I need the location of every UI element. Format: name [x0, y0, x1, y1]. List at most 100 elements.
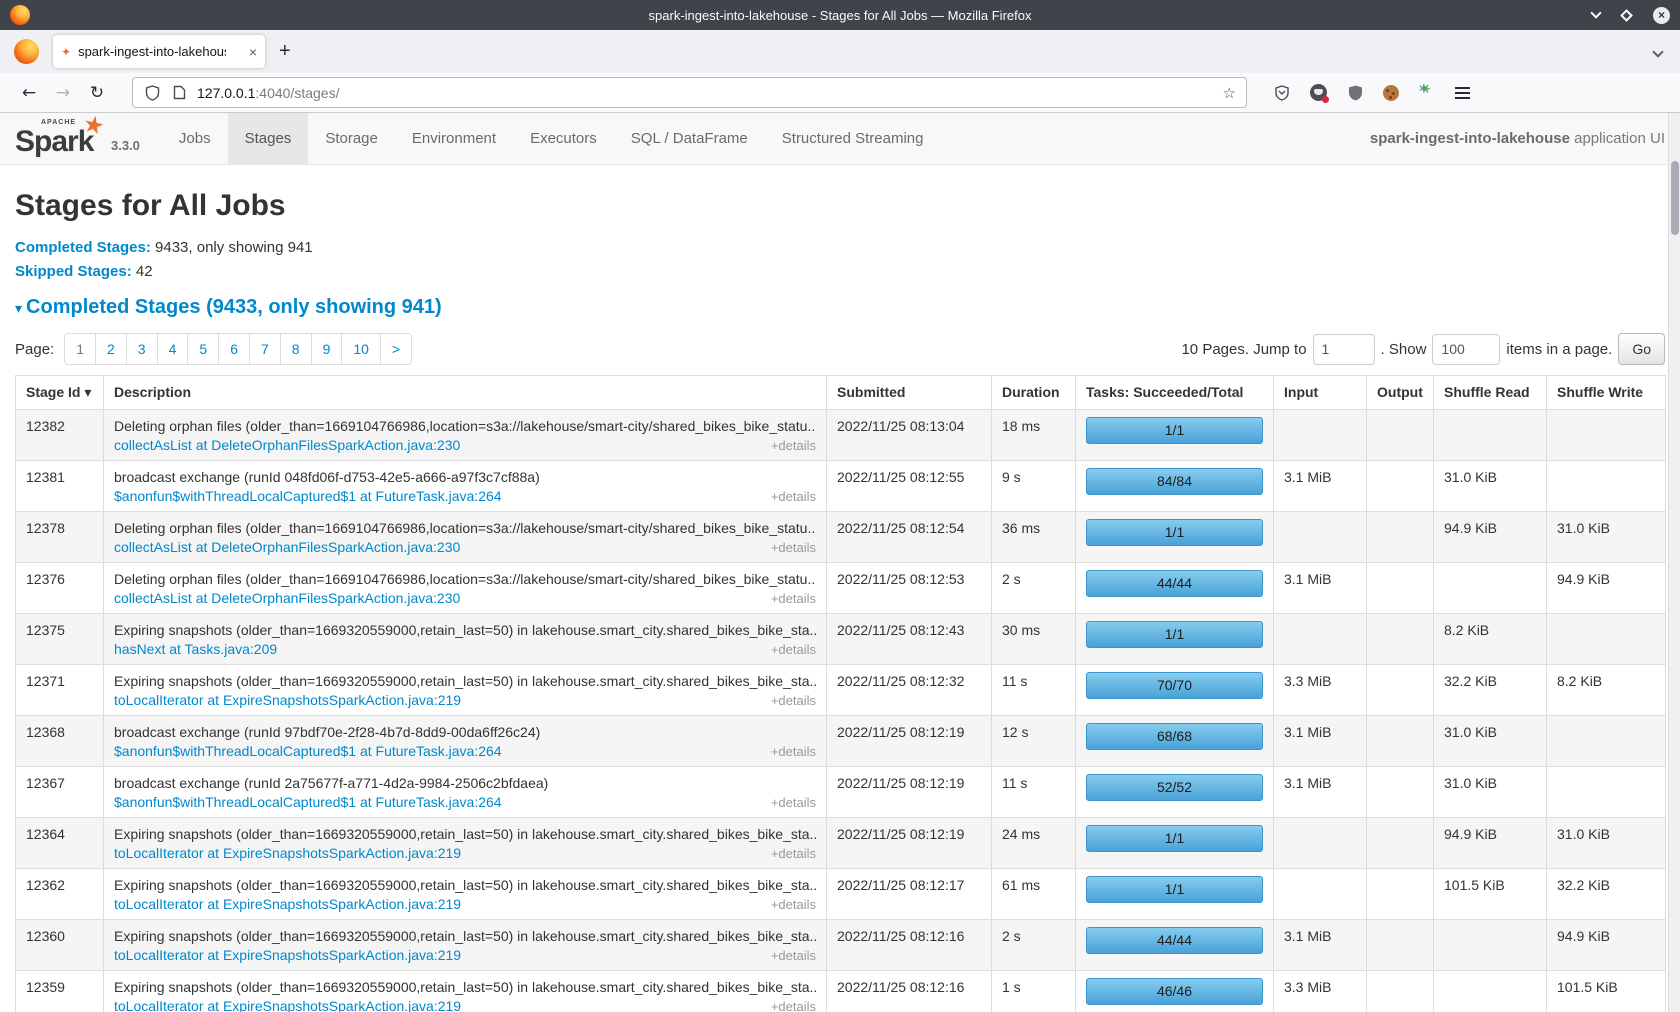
input-cell: 3.1 MiB [1274, 563, 1367, 614]
stage-description: broadcast exchange (runId 97bdf70e-2f28-… [114, 723, 816, 742]
col-stage-id[interactable]: Stage Id ▾ [16, 376, 104, 410]
nav-item-structured-streaming[interactable]: Structured Streaming [765, 113, 941, 164]
url-text[interactable]: 127.0.0.1:4040/stages/ [197, 85, 1214, 101]
stage-id-cell: 12371 [16, 665, 104, 716]
page-info-icon[interactable] [170, 84, 188, 102]
page-button-9[interactable]: 9 [311, 333, 343, 365]
details-toggle[interactable]: +details [771, 946, 816, 965]
col-description[interactable]: Description [104, 376, 827, 410]
completed-stages-line: Completed Stages: 9433, only showing 941 [15, 239, 1665, 256]
stage-detail-link[interactable]: collectAsList at DeleteOrphanFilesSparkA… [114, 589, 460, 608]
page-button-10[interactable]: 10 [341, 333, 381, 365]
details-toggle[interactable]: +details [771, 742, 816, 761]
stage-detail-link[interactable]: collectAsList at DeleteOrphanFilesSparkA… [114, 538, 460, 557]
page-button-next[interactable]: > [380, 333, 412, 365]
new-tab-button[interactable]: + [279, 40, 291, 63]
reload-button[interactable]: ↻ [80, 83, 114, 103]
maximize-icon[interactable] [1620, 9, 1633, 22]
col-output[interactable]: Output [1367, 376, 1434, 410]
nav-item-storage[interactable]: Storage [308, 113, 395, 164]
stage-detail-link[interactable]: $anonfun$withThreadLocalCaptured$1 at Fu… [114, 793, 502, 812]
stage-detail-link[interactable]: hasNext at Tasks.java:209 [114, 640, 277, 659]
details-toggle[interactable]: +details [771, 640, 816, 659]
menu-icon[interactable] [1455, 87, 1470, 99]
stage-id-cell: 12367 [16, 767, 104, 818]
page-button-3[interactable]: 3 [126, 333, 158, 365]
details-toggle[interactable]: +details [771, 487, 816, 506]
tasks-cell: 1/1 [1076, 869, 1274, 920]
nav-item-jobs[interactable]: Jobs [162, 113, 228, 164]
back-button[interactable]: ← [12, 83, 46, 103]
details-toggle[interactable]: +details [771, 691, 816, 710]
stage-detail-link[interactable]: toLocalIterator at ExpireSnapshotsSparkA… [114, 946, 461, 965]
description-cell: Expiring snapshots (older_than=166932055… [104, 818, 827, 869]
details-toggle[interactable]: +details [771, 538, 816, 557]
stage-detail-link[interactable]: toLocalIterator at ExpireSnapshotsSparkA… [114, 691, 461, 710]
items-per-page-input[interactable] [1432, 334, 1500, 365]
col-shuffle-read[interactable]: Shuffle Read [1434, 376, 1547, 410]
completed-stages-section-toggle[interactable]: ▾Completed Stages (9433, only showing 94… [15, 296, 1665, 319]
skipped-stages-value: 42 [132, 263, 153, 280]
task-progress-bar: 84/84 [1086, 468, 1263, 495]
page-button-4[interactable]: 4 [157, 333, 189, 365]
skipped-stages-link[interactable]: Skipped Stages: [15, 263, 132, 280]
col-shuffle-write[interactable]: Shuffle Write [1547, 376, 1666, 410]
col-input[interactable]: Input [1274, 376, 1367, 410]
col-submitted[interactable]: Submitted [827, 376, 992, 410]
shuffle-write-cell [1547, 716, 1666, 767]
stage-detail-link[interactable]: $anonfun$withThreadLocalCaptured$1 at Fu… [114, 487, 502, 506]
duration-cell: 1 s [992, 971, 1076, 1012]
go-button[interactable]: Go [1618, 333, 1665, 365]
spark-logo[interactable]: APACHE Spark ★ 3.3.0 [15, 113, 140, 164]
shield-icon[interactable] [143, 84, 161, 102]
browser-tab[interactable]: ✦ spark-ingest-into-lakehous × [53, 35, 265, 68]
bookmark-star-icon[interactable]: ☆ [1223, 84, 1236, 102]
stage-detail-link[interactable]: collectAsList at DeleteOrphanFilesSparkA… [114, 436, 460, 455]
asterisk-extension-icon[interactable]: ** [1418, 84, 1436, 102]
nav-item-executors[interactable]: Executors [513, 113, 614, 164]
duration-cell: 9 s [992, 461, 1076, 512]
details-toggle[interactable]: +details [771, 895, 816, 914]
details-toggle[interactable]: +details [771, 436, 816, 455]
minimize-icon[interactable] [1590, 7, 1601, 18]
list-tabs-button[interactable] [1654, 48, 1662, 56]
col-duration[interactable]: Duration [992, 376, 1076, 410]
duration-cell: 2 s [992, 920, 1076, 971]
stage-detail-link[interactable]: toLocalIterator at ExpireSnapshotsSparkA… [114, 844, 461, 863]
details-toggle[interactable]: +details [771, 589, 816, 608]
forward-button[interactable]: → [46, 83, 80, 103]
containers-extension-icon[interactable] [1310, 84, 1327, 101]
page-button-2[interactable]: 2 [95, 333, 127, 365]
duration-cell: 11 s [992, 767, 1076, 818]
nav-item-environment[interactable]: Environment [395, 113, 513, 164]
url-bar[interactable]: 127.0.0.1:4040/stages/ ☆ [132, 77, 1247, 108]
ublock-extension-icon[interactable] [1346, 84, 1364, 102]
page-button-1[interactable]: 1 [64, 333, 96, 365]
col-tasks[interactable]: Tasks: Succeeded/Total [1076, 376, 1274, 410]
details-toggle[interactable]: +details [771, 997, 816, 1012]
page-button-8[interactable]: 8 [280, 333, 312, 365]
tab-bar: ✦ spark-ingest-into-lakehous × + [0, 30, 1680, 73]
duration-cell: 2 s [992, 563, 1076, 614]
close-icon[interactable]: × [1653, 7, 1670, 24]
jump-to-page-input[interactable] [1313, 334, 1375, 365]
page-scrollbar[interactable] [1668, 113, 1680, 1012]
scrollbar-thumb[interactable] [1671, 161, 1679, 235]
stage-callsite-line: toLocalIterator at ExpireSnapshotsSparkA… [114, 691, 816, 710]
page-button-7[interactable]: 7 [249, 333, 281, 365]
tab-close-icon[interactable]: × [249, 44, 257, 60]
nav-item-sql-dataframe[interactable]: SQL / DataFrame [614, 113, 765, 164]
details-toggle[interactable]: +details [771, 793, 816, 812]
nav-item-stages[interactable]: Stages [228, 113, 309, 164]
cookie-extension-icon[interactable] [1383, 85, 1399, 101]
stage-detail-link[interactable]: toLocalIterator at ExpireSnapshotsSparkA… [114, 895, 461, 914]
input-cell [1274, 512, 1367, 563]
page-button-6[interactable]: 6 [218, 333, 250, 365]
completed-stages-link[interactable]: Completed Stages: [15, 239, 151, 256]
details-toggle[interactable]: +details [771, 844, 816, 863]
pocket-extension-icon[interactable] [1273, 84, 1291, 102]
stage-detail-link[interactable]: toLocalIterator at ExpireSnapshotsSparkA… [114, 997, 461, 1012]
stage-detail-link[interactable]: $anonfun$withThreadLocalCaptured$1 at Fu… [114, 742, 502, 761]
page-button-5[interactable]: 5 [187, 333, 219, 365]
stage-description: Expiring snapshots (older_than=166932055… [114, 825, 816, 844]
